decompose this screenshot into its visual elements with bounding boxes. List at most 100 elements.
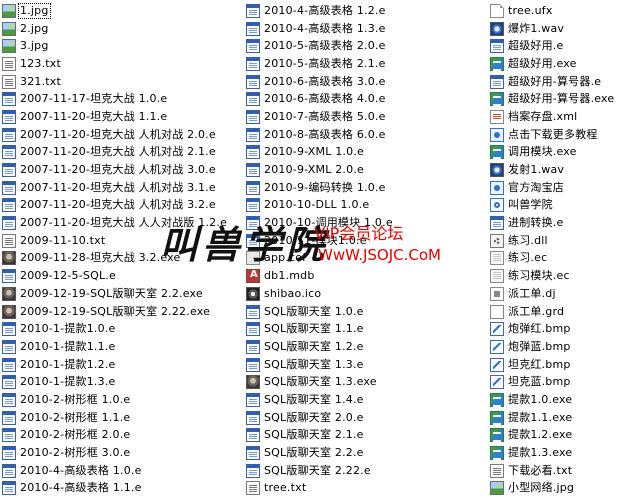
file-name-label: 2009-12-5-SQL.e	[20, 269, 116, 283]
file-item[interactable]: 叫兽学院	[490, 197, 625, 215]
file-item[interactable]: 进制转换.e	[490, 214, 625, 232]
file-item[interactable]: SQL版聊天室 1.0.e	[246, 303, 486, 321]
file-item[interactable]: 炮弹蓝.bmp	[490, 338, 625, 356]
file-item[interactable]: 2010-6-高级表格 3.0.e	[246, 73, 486, 91]
file-name-label: 2009-12-19-SQL版聊天室 2.22.exe	[20, 304, 211, 318]
file-item[interactable]: 下载必看.txt	[490, 462, 625, 480]
file-item[interactable]: 提款1.3.exe	[490, 444, 625, 462]
file-item[interactable]: 2007-11-20-坦克大战 人机对战 2.0.e	[2, 126, 242, 144]
file-item[interactable]: 2010-4-高级表格 1.2.e	[246, 2, 486, 20]
file-item[interactable]: 2010-2-树形框 1.0.e	[2, 391, 242, 409]
file-item[interactable]: 321.txt	[2, 73, 242, 91]
file-item[interactable]: 练习模块.ec	[490, 267, 625, 285]
file-item[interactable]: 2010-11-模块1.0.e	[246, 232, 486, 250]
file-item[interactable]: 炮弹红.bmp	[490, 320, 625, 338]
file-item[interactable]: 官方淘宝店	[490, 179, 625, 197]
file-item[interactable]: 2010-7-高级表格 5.0.e	[246, 108, 486, 126]
file-item[interactable]: 2007-11-20-坦克大战 人机对战 3.0.e	[2, 161, 242, 179]
file-item[interactable]: 2007-11-20-坦克大战 人机对战 3.2.e	[2, 197, 242, 215]
file-item[interactable]: 2010-1-提款1.0.e	[2, 320, 242, 338]
program-icon	[246, 3, 260, 18]
file-item[interactable]: 2010-10-DLL 1.0.e	[246, 197, 486, 215]
file-item[interactable]: 2010-4-高级表格 1.3.e	[246, 20, 486, 38]
file-item[interactable]: 2010-8-高级表格 6.0.e	[246, 126, 486, 144]
file-item[interactable]: 123.txt	[2, 55, 242, 73]
file-item[interactable]: 2010-1-提款1.1.e	[2, 338, 242, 356]
file-item[interactable]: 档案存盘.xml	[490, 108, 625, 126]
file-item[interactable]: 2010-5-高级表格 2.0.e	[246, 37, 486, 55]
file-item[interactable]: 2010-2-树形框 1.1.e	[2, 409, 242, 427]
file-item[interactable]: 2009-11-10.txt	[2, 232, 242, 250]
file-name-label: 2010-11-模块1.0.e	[264, 233, 367, 247]
file-item[interactable]: 2009-12-19-SQL版聊天室 2.22.exe	[2, 303, 242, 321]
file-item[interactable]: 派工单.grd	[490, 303, 625, 321]
file-item[interactable]: 3.jpg	[2, 37, 242, 55]
file-list-pane[interactable]: 1.jpg 2.jpg 3.jpg 123.txt 321.txt 2007-11-17-…	[0, 0, 625, 496]
file-item[interactable]: SQL版聊天室 2.1.e	[246, 427, 486, 445]
file-item[interactable]: app.cof	[246, 250, 486, 268]
file-item[interactable]: 调用模块.exe	[490, 144, 625, 162]
file-item[interactable]: 小型网络.jpg	[490, 480, 625, 497]
file-item[interactable]: 2010-1-提款1.3.e	[2, 373, 242, 391]
file-item[interactable]: 2007-11-17-坦克大战 1.0.e	[2, 90, 242, 108]
file-item[interactable]: 派工单.dj	[490, 285, 625, 303]
file-item[interactable]: SQL版聊天室 2.0.e	[246, 409, 486, 427]
file-item[interactable]: 超级好用.exe	[490, 55, 625, 73]
program-icon	[2, 392, 16, 407]
file-item[interactable]: 超级好用-算号器.exe	[490, 90, 625, 108]
file-item[interactable]: 2010-10-调用模块 1.0.e	[246, 214, 486, 232]
program-icon	[2, 269, 16, 284]
file-item[interactable]: 提款1.1.exe	[490, 409, 625, 427]
text-file-icon	[2, 74, 16, 89]
file-item[interactable]: 提款1.0.exe	[490, 391, 625, 409]
file-item[interactable]: tree.txt	[246, 480, 486, 497]
program-icon	[2, 198, 16, 213]
file-item[interactable]: 发射1.wav	[490, 161, 625, 179]
file-item[interactable]: 2007-11-20-坦克大战 人机对战 3.1.e	[2, 179, 242, 197]
file-item[interactable]: SQL版聊天室 1.4.e	[246, 391, 486, 409]
image-icon	[2, 39, 16, 54]
file-item[interactable]: 2010-9-XML 2.0.e	[246, 161, 486, 179]
file-name-label: 练习.dll	[508, 233, 548, 247]
file-item[interactable]: 坦克红.bmp	[490, 356, 625, 374]
file-item[interactable]: 超级好用.e	[490, 37, 625, 55]
file-item[interactable]: tree.ufx	[490, 2, 625, 20]
file-item[interactable]: SQL版聊天室 1.1.e	[246, 320, 486, 338]
file-item[interactable]: 坦克蓝.bmp	[490, 373, 625, 391]
file-item[interactable]: SQL版聊天室 2.2.e	[246, 444, 486, 462]
file-item[interactable]: db1.mdb	[246, 267, 486, 285]
file-item[interactable]: 超级好用-算号器.e	[490, 73, 625, 91]
file-name-label: 2007-11-20-坦克大战 人机对战 3.1.e	[20, 180, 216, 194]
file-item[interactable]: 2007-11-20-坦克大战 人人对战版 1.2.e	[2, 214, 242, 232]
file-item[interactable]: 练习.dll	[490, 232, 625, 250]
file-item[interactable]: 2010-4-高级表格 1.1.e	[2, 480, 242, 497]
file-item[interactable]: 2010-4-高级表格 1.0.e	[2, 462, 242, 480]
file-item[interactable]: 2007-11-20-坦克大战 人机对战 2.1.e	[2, 144, 242, 162]
file-item[interactable]: 1.jpg	[2, 2, 242, 20]
file-item[interactable]: shibao.ico	[246, 285, 486, 303]
file-item[interactable]: 2009-12-5-SQL.e	[2, 267, 242, 285]
file-item[interactable]: SQL版聊天室 1.2.e	[246, 338, 486, 356]
file-item[interactable]: 提款1.2.exe	[490, 427, 625, 445]
file-item[interactable]: SQL版聊天室 2.22.e	[246, 462, 486, 480]
file-name-label: 2010-5-高级表格 2.1.e	[264, 56, 386, 70]
photo-icon	[2, 304, 16, 319]
file-item[interactable]: 2007-11-20-坦克大战 1.1.e	[2, 108, 242, 126]
file-item[interactable]: 爆炸1.wav	[490, 20, 625, 38]
file-item[interactable]: 2010-2-树形框 3.0.e	[2, 444, 242, 462]
file-item[interactable]: SQL版聊天室 1.3.exe	[246, 373, 486, 391]
file-item[interactable]: 2009-11-28-坦克大战 3.2.exe	[2, 250, 242, 268]
file-item[interactable]: 点击下载更多教程	[490, 126, 625, 144]
file-item[interactable]: 2010-5-高级表格 2.1.e	[246, 55, 486, 73]
file-item[interactable]: 2010-1-提款1.2.e	[2, 356, 242, 374]
file-item[interactable]: 2.jpg	[2, 20, 242, 38]
file-item[interactable]: 2010-2-树形框 2.0.e	[2, 427, 242, 445]
file-item[interactable]: 2010-6-高级表格 4.0.e	[246, 90, 486, 108]
file-item[interactable]: 2010-9-编码转换 1.0.e	[246, 179, 486, 197]
file-item[interactable]: 练习.ec	[490, 250, 625, 268]
file-item[interactable]: SQL版聊天室 1.3.e	[246, 356, 486, 374]
file-name-label: 练习.ec	[508, 251, 548, 265]
file-item[interactable]: 2009-12-19-SQL版聊天室 2.2.exe	[2, 285, 242, 303]
file-item[interactable]: 2010-9-XML 1.0.e	[246, 144, 486, 162]
file-name-label: 提款1.0.exe	[508, 392, 573, 406]
